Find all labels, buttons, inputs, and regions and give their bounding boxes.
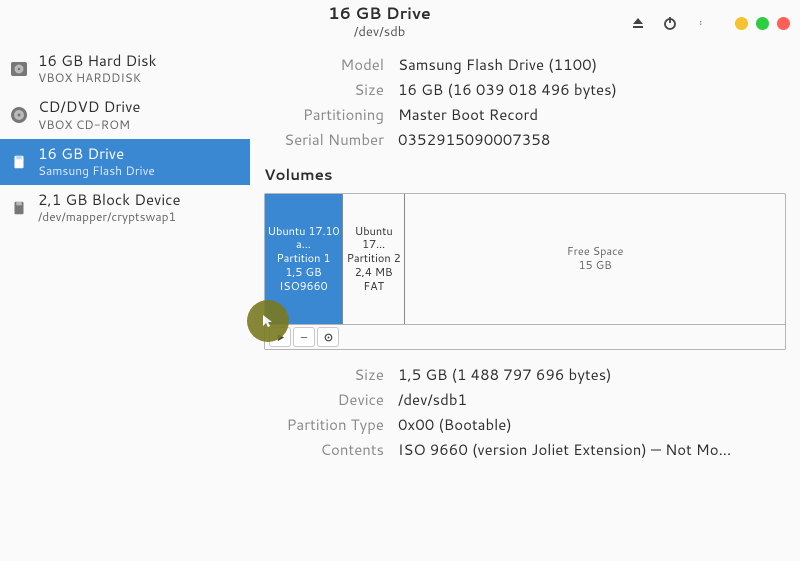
value-part-type: 0x00 (Bootable) xyxy=(398,414,786,435)
value-part-contents: ISO 9660 (version Joliet Extension) — No… xyxy=(398,439,786,460)
volume-partition[interactable]: Ubuntu 17.10 a…Partition 11,5 GB ISO9660 xyxy=(265,194,343,324)
value-part-size: 1,5 GB (1 488 797 696 bytes) xyxy=(398,364,786,385)
volumes-heading: Volumes xyxy=(264,164,786,185)
value-partitioning: Master Boot Record xyxy=(398,104,786,125)
value-serial: 0352915090007358 xyxy=(398,129,786,150)
sidebar-item-harddisk[interactable]: 16 GB Hard Disk VBOX HARDDISK xyxy=(0,46,250,92)
value-part-device: /dev/sdb1 xyxy=(398,389,786,410)
harddisk-icon xyxy=(8,58,30,80)
kv-part-device: Device /dev/sdb1 xyxy=(264,389,786,410)
partition-line: 1,5 GB ISO9660 xyxy=(267,266,340,294)
value-size: 16 GB (16 039 018 496 bytes) xyxy=(398,79,786,100)
mount-button[interactable] xyxy=(269,327,291,347)
sidebar-item-label: 2,1 GB Block Device xyxy=(38,191,181,208)
sidebar-item-sub: /dev/mapper/cryptswap1 xyxy=(38,208,181,225)
kv-partitioning: Partitioning Master Boot Record xyxy=(264,104,786,125)
titlebar: 16 GB Drive /dev/sdb xyxy=(0,0,800,46)
close-button[interactable] xyxy=(777,17,790,30)
removable-icon xyxy=(8,151,30,173)
sidebar-item-label: 16 GB Drive xyxy=(38,145,155,162)
volume-map: Ubuntu 17.10 a…Partition 11,5 GB ISO9660… xyxy=(265,194,785,324)
label-part-type: Partition Type xyxy=(264,414,384,435)
maximize-button[interactable] xyxy=(756,17,769,30)
minimize-button[interactable] xyxy=(735,17,748,30)
sidebar-item-label: 16 GB Hard Disk xyxy=(38,52,156,69)
main-panel: Model Samsung Flash Drive (1100) Size 16… xyxy=(250,46,800,561)
body: 16 GB Hard Disk VBOX HARDDISK CD/DVD Dri… xyxy=(0,46,800,561)
partition-line: 15 GB xyxy=(579,259,612,273)
kv-model: Model Samsung Flash Drive (1100) xyxy=(264,54,786,75)
volumes-box: Ubuntu 17.10 a…Partition 11,5 GB ISO9660… xyxy=(264,193,786,350)
partition-line: 2,4 MB FAT xyxy=(345,266,402,294)
removable-icon xyxy=(8,197,30,219)
kv-part-contents: Contents ISO 9660 (version Joliet Extens… xyxy=(264,439,786,460)
titlebar-center: 16 GB Drive /dev/sdb xyxy=(130,5,629,41)
kv-part-type: Partition Type 0x00 (Bootable) xyxy=(264,414,786,435)
sidebar-item-removable[interactable]: 16 GB Drive Samsung Flash Drive xyxy=(0,139,250,185)
sidebar-item-block[interactable]: 2,1 GB Block Device /dev/mapper/cryptswa… xyxy=(0,185,250,231)
partition-line: Ubuntu 17.10 a… xyxy=(267,225,340,253)
kv-size: Size 16 GB (16 039 018 496 bytes) xyxy=(264,79,786,100)
volume-toolbar: – xyxy=(265,324,785,349)
window-subtitle: /dev/sdb xyxy=(130,23,629,41)
window-controls xyxy=(735,17,790,30)
window-title: 16 GB Drive xyxy=(130,5,629,23)
power-icon[interactable] xyxy=(661,14,679,32)
device-sidebar: 16 GB Hard Disk VBOX HARDDISK CD/DVD Dri… xyxy=(0,46,250,561)
label-size: Size xyxy=(264,79,384,100)
label-serial: Serial Number xyxy=(264,129,384,150)
volume-partition[interactable]: Ubuntu 17…Partition 22,4 MB FAT xyxy=(343,194,405,324)
sidebar-item-sub: Samsung Flash Drive xyxy=(38,162,155,179)
kv-part-size: Size 1,5 GB (1 488 797 696 bytes) xyxy=(264,364,786,385)
delete-partition-button[interactable]: – xyxy=(293,327,315,347)
disks-window: 16 GB Drive /dev/sdb xyxy=(0,0,800,561)
label-part-size: Size xyxy=(264,364,384,385)
eject-icon[interactable] xyxy=(629,14,647,32)
value-model: Samsung Flash Drive (1100) xyxy=(398,54,786,75)
sidebar-item-optical[interactable]: CD/DVD Drive VBOX CD-ROM xyxy=(0,92,250,138)
menu-icon[interactable] xyxy=(693,14,711,32)
partition-line: Ubuntu 17… xyxy=(345,225,402,253)
sidebar-item-sub: VBOX HARDDISK xyxy=(38,69,156,86)
label-part-device: Device xyxy=(264,389,384,410)
label-partitioning: Partitioning xyxy=(264,104,384,125)
optical-icon xyxy=(8,104,30,126)
sidebar-item-sub: VBOX CD-ROM xyxy=(38,116,140,133)
partition-options-button[interactable] xyxy=(317,327,339,347)
volume-partition[interactable]: Free Space15 GB xyxy=(405,194,785,324)
label-model: Model xyxy=(264,54,384,75)
sidebar-item-label: CD/DVD Drive xyxy=(38,98,140,115)
kv-serial: Serial Number 0352915090007358 xyxy=(264,129,786,150)
label-part-contents: Contents xyxy=(264,439,384,460)
titlebar-actions xyxy=(629,14,790,32)
